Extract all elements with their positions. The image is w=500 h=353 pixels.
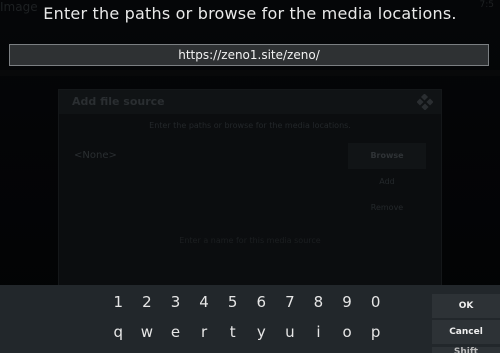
key-u[interactable]: u: [276, 323, 305, 341]
key-2[interactable]: 2: [133, 293, 162, 311]
key-t[interactable]: t: [218, 323, 247, 341]
divider: [0, 70, 500, 76]
key-r[interactable]: r: [190, 323, 219, 341]
shift-button[interactable]: Shift: [432, 347, 500, 353]
remove-button: Remove: [370, 203, 404, 212]
browse-button: Browse: [348, 143, 426, 169]
key-p[interactable]: p: [361, 323, 390, 341]
key-y[interactable]: y: [247, 323, 276, 341]
letter-row: q w e r t y u i o p: [104, 323, 390, 341]
dialog-title-bar: Add file source: [59, 90, 441, 114]
input-heading: Enter the paths or browse for the media …: [43, 4, 457, 23]
key-e[interactable]: e: [161, 323, 190, 341]
key-o[interactable]: o: [333, 323, 362, 341]
on-screen-keyboard: 1 2 3 4 5 6 7 8 9 0 q w e r t y u i o p …: [0, 285, 500, 353]
add-button: Add: [379, 177, 395, 186]
key-9[interactable]: 9: [333, 293, 362, 311]
key-4[interactable]: 4: [190, 293, 219, 311]
key-6[interactable]: 6: [247, 293, 276, 311]
ok-button[interactable]: OK: [432, 294, 500, 318]
key-q[interactable]: q: [104, 323, 133, 341]
key-7[interactable]: 7: [276, 293, 305, 311]
media-source-name-hint: Enter a name for this media source: [179, 236, 321, 245]
kodi-logo-icon: [416, 93, 434, 111]
key-1[interactable]: 1: [104, 293, 133, 311]
key-8[interactable]: 8: [304, 293, 333, 311]
key-3[interactable]: 3: [161, 293, 190, 311]
key-5[interactable]: 5: [218, 293, 247, 311]
screen: Image 7:5 Add file source Enter the path…: [0, 0, 500, 353]
key-i[interactable]: i: [304, 323, 333, 341]
dialog-side-buttons: Browse Add Remove: [348, 143, 426, 223]
cancel-button[interactable]: Cancel: [432, 320, 500, 344]
url-input[interactable]: [9, 44, 489, 66]
add-file-source-dialog: Add file source Enter the paths or brows…: [58, 89, 442, 301]
source-path-item: <None>: [74, 150, 117, 161]
key-0[interactable]: 0: [361, 293, 390, 311]
number-row: 1 2 3 4 5 6 7 8 9 0: [104, 293, 390, 311]
dialog-subtitle: Enter the paths or browse for the media …: [149, 121, 351, 130]
key-w[interactable]: w: [133, 323, 162, 341]
dialog-title: Add file source: [72, 95, 165, 108]
